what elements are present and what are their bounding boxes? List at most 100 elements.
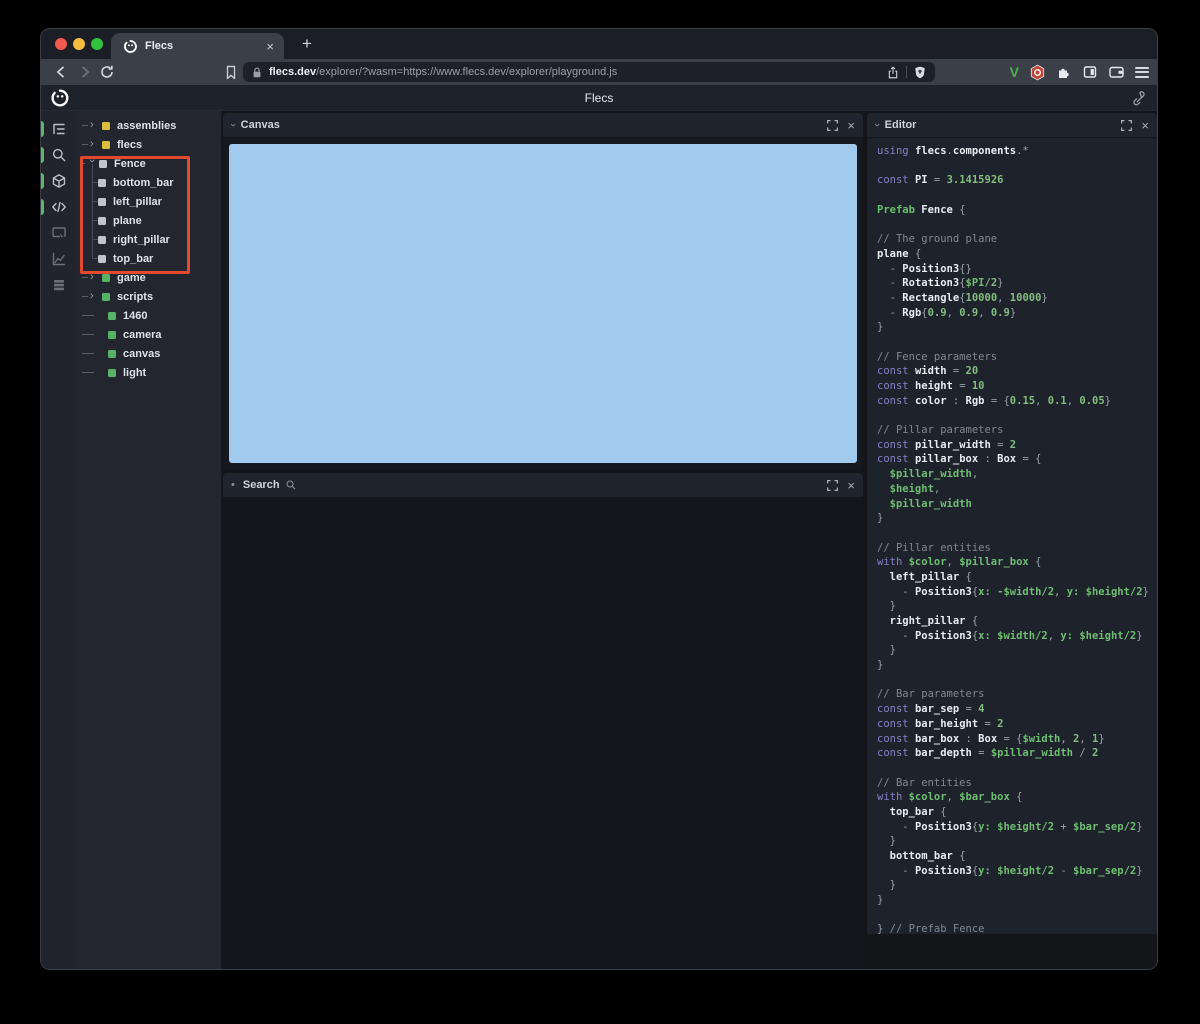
- tree-item-label: left_pillar: [113, 195, 162, 208]
- close-icon[interactable]: ×: [847, 478, 855, 493]
- tree-item-1460[interactable]: 1460: [76, 306, 221, 325]
- tree-item-canvas[interactable]: canvas: [76, 344, 221, 363]
- zoom-window-button[interactable]: [91, 38, 103, 50]
- tree-item-assemblies[interactable]: › assemblies: [76, 116, 221, 135]
- extension-row: V: [1010, 62, 1149, 82]
- tree-item-flecs[interactable]: › flecs: [76, 135, 221, 154]
- back-button[interactable]: [51, 62, 71, 82]
- code-editor[interactable]: using flecs.components.* const PI = 3.141…: [867, 138, 1157, 934]
- tree-item-Fence[interactable]: › Fence: [76, 154, 221, 173]
- tree-item-plane[interactable]: plane: [76, 202, 221, 230]
- browser-tab-flecs[interactable]: Flecs ×: [111, 33, 284, 59]
- tree-item-camera[interactable]: camera: [76, 325, 221, 344]
- code-line: - Rectangle{10000, 10000}: [877, 291, 1048, 304]
- code-line: }: [877, 512, 884, 525]
- canvas-panel-title: Canvas: [240, 119, 280, 131]
- search-panel-title: Search: [242, 479, 280, 491]
- chevron-down-icon[interactable]: ›: [227, 123, 239, 127]
- wallet-icon[interactable]: [1108, 64, 1125, 80]
- url-divider: [906, 66, 907, 78]
- code-line: - Position3{y: $height/2 + $bar_sep/2}: [877, 820, 1143, 833]
- editor-panel-header: › Editor ×: [867, 113, 1157, 138]
- query-search-icon[interactable]: [41, 142, 76, 168]
- browser-toolbar: flecs.dev/explorer/?wasm=https://www.fle…: [41, 59, 1157, 85]
- new-tab-button[interactable]: +: [295, 32, 319, 56]
- code-line: // Fence parameters: [877, 350, 998, 363]
- panel-dot-icon[interactable]: •: [231, 479, 235, 491]
- script-code-icon[interactable]: [41, 194, 76, 220]
- share-icon[interactable]: [886, 65, 900, 80]
- fullscreen-icon[interactable]: [1120, 119, 1133, 132]
- menu-hamburger-icon[interactable]: [1135, 64, 1149, 80]
- red-hexagon-extension-icon[interactable]: [1029, 64, 1046, 81]
- code-line: const color : Rgb = {0.15, 0.1, 0.05}: [877, 394, 1111, 407]
- tree-item-light[interactable]: light: [76, 363, 221, 382]
- code-line: $height,: [877, 482, 941, 495]
- entity-kind-square: [98, 254, 106, 263]
- chevron-down-icon[interactable]: ›: [871, 123, 883, 127]
- tree-item-label: right_pillar: [113, 233, 170, 246]
- tree-item-label: 1460: [123, 309, 148, 322]
- tree-item-top_bar[interactable]: top_bar: [76, 240, 221, 268]
- code-line: }: [877, 835, 896, 848]
- flecs-favicon: [124, 39, 137, 53]
- code-line: $pillar_width,: [877, 468, 979, 481]
- close-icon[interactable]: ×: [1141, 118, 1149, 133]
- tab-close-icon[interactable]: ×: [264, 39, 276, 54]
- render-canvas[interactable]: [229, 144, 857, 463]
- search-icon: [286, 480, 295, 490]
- canvas-screen-icon[interactable]: [41, 220, 76, 246]
- entity-kind-square: [98, 197, 106, 206]
- close-icon[interactable]: ×: [847, 118, 855, 133]
- code-line: }: [877, 659, 884, 672]
- entity-tree: › assemblies › flecs › Fence bottom_bar left_pi…: [76, 116, 221, 382]
- search-body[interactable]: [223, 498, 863, 969]
- code-line: }: [877, 600, 896, 613]
- entity-kind-square: [102, 121, 110, 130]
- code-line: using flecs.components.*: [877, 145, 1029, 157]
- code-line: - Rgb{0.9, 0.9, 0.9}: [877, 306, 1017, 319]
- tree-item-left_pillar[interactable]: left_pillar: [76, 183, 221, 211]
- entity-kind-square: [102, 140, 110, 149]
- share-link-icon[interactable]: [1131, 90, 1147, 106]
- browser-window: Flecs × + flecs.dev/explorer/?wasm=https…: [40, 28, 1158, 970]
- sidebar-toggle-icon[interactable]: [1082, 64, 1098, 80]
- entities-cube-icon[interactable]: [41, 168, 76, 194]
- fullscreen-icon[interactable]: [826, 479, 839, 492]
- bookmark-icon[interactable]: [221, 62, 241, 82]
- entity-kind-square: [108, 330, 116, 339]
- code-line: const bar_depth = $pillar_width / 2: [877, 747, 1099, 760]
- tree-item-scripts[interactable]: › scripts: [76, 287, 221, 306]
- close-window-button[interactable]: [55, 38, 67, 50]
- code-line: plane {: [877, 247, 922, 260]
- commands-rows-icon[interactable]: [41, 272, 76, 298]
- extensions-puzzle-icon[interactable]: [1056, 64, 1072, 80]
- tree-item-right_pillar[interactable]: right_pillar: [76, 221, 221, 249]
- fullscreen-icon[interactable]: [826, 119, 839, 132]
- entity-tree-icon[interactable]: [41, 116, 76, 142]
- code-line: // Pillar parameters: [877, 424, 1004, 437]
- minimize-window-button[interactable]: [73, 38, 85, 50]
- tree-item-game[interactable]: › game: [76, 268, 221, 287]
- entity-kind-square: [102, 273, 110, 282]
- main-area: › Canvas × • Search × › Editor × using f…: [221, 111, 1157, 969]
- url-bar[interactable]: flecs.dev/explorer/?wasm=https://www.fle…: [243, 62, 935, 82]
- forward-button[interactable]: [75, 62, 95, 82]
- tree-item-label: light: [123, 366, 147, 379]
- code-line: - Position3{x: $width/2, y: $height/2}: [877, 629, 1143, 642]
- code-line: // Bar entities: [877, 776, 972, 789]
- code-line: // Bar parameters: [877, 688, 985, 701]
- code-line: $pillar_width: [877, 497, 972, 510]
- search-panel-header: • Search ×: [223, 473, 863, 498]
- code-line: }: [877, 644, 896, 657]
- tree-item-label: scripts: [117, 290, 154, 303]
- reload-button[interactable]: [97, 62, 117, 82]
- vue-devtools-icon[interactable]: V: [1010, 62, 1019, 82]
- stats-chart-icon[interactable]: [41, 246, 76, 272]
- tree-item-bottom_bar[interactable]: bottom_bar: [76, 164, 221, 192]
- editor-panel-title: Editor: [884, 119, 917, 131]
- brave-shield-icon[interactable]: [913, 65, 927, 80]
